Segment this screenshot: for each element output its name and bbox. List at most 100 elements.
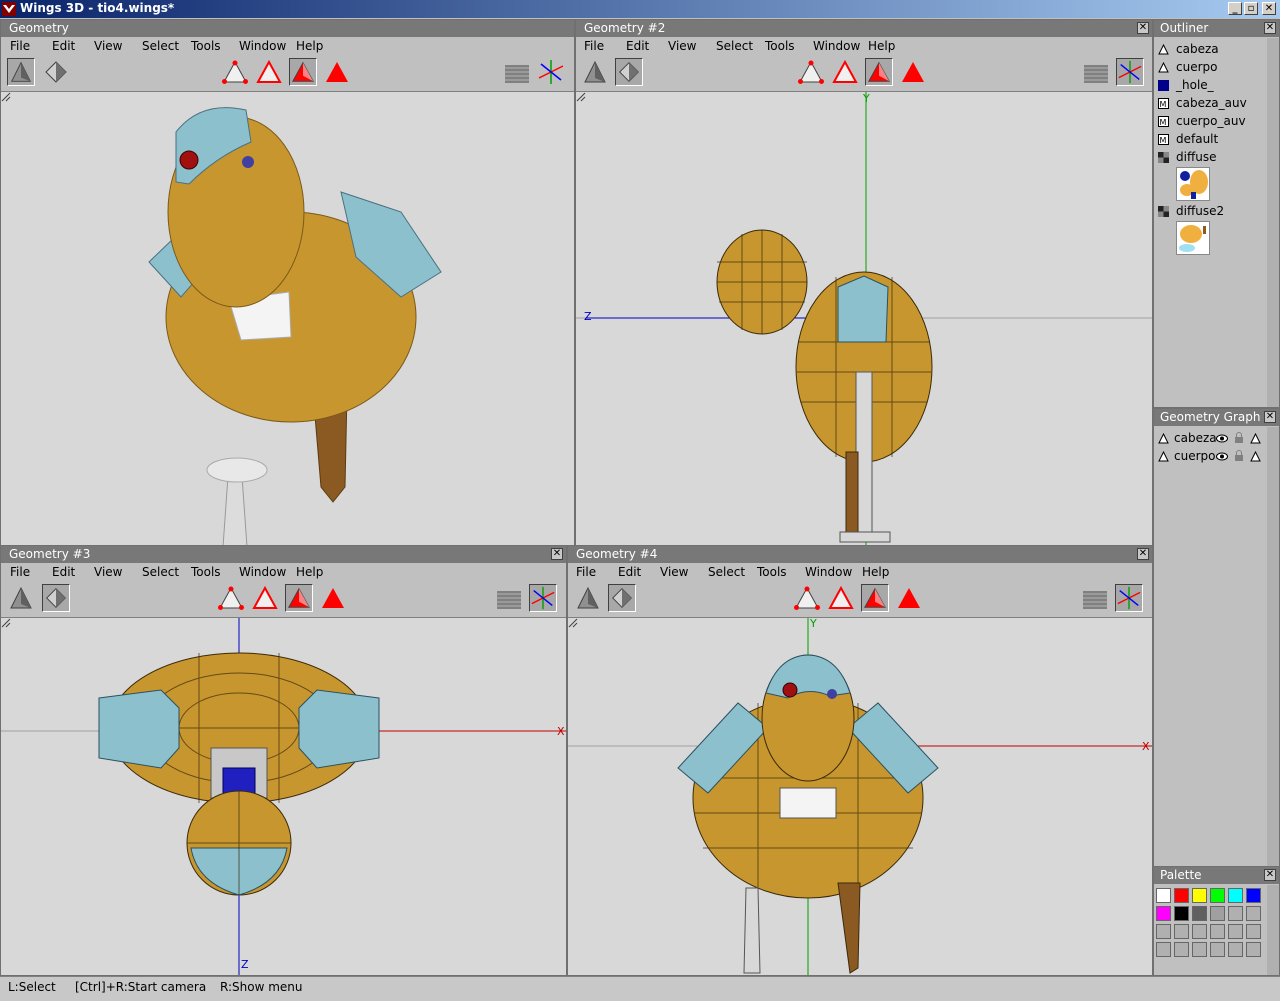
close-icon[interactable]: ✕ [1264, 869, 1276, 881]
palette-swatch[interactable] [1156, 924, 1171, 939]
graph-scrollbar[interactable] [1267, 427, 1279, 866]
menu-select[interactable]: Select [708, 565, 745, 579]
menu-tools[interactable]: Tools [765, 39, 795, 53]
menu-file[interactable]: File [576, 565, 596, 579]
menu-help[interactable]: Help [296, 39, 323, 53]
menu-file[interactable]: File [10, 39, 30, 53]
menu-help[interactable]: Help [868, 39, 895, 53]
body-select-icon[interactable] [899, 58, 927, 86]
palette-swatch[interactable] [1192, 906, 1207, 921]
palette-swatch[interactable] [1156, 942, 1171, 957]
menu-view[interactable]: View [94, 565, 122, 579]
graph-item[interactable]: cabeza [1154, 430, 1279, 448]
face-select-icon[interactable] [285, 584, 313, 612]
palette-swatch[interactable] [1174, 924, 1189, 939]
viewport-canvas[interactable]: X Z [1, 618, 566, 975]
wireframe-toggle-icon[interactable] [1250, 433, 1261, 444]
palette-swatch[interactable] [1174, 888, 1189, 903]
body-select-icon[interactable] [323, 58, 351, 86]
resize-grip-icon[interactable] [568, 618, 578, 628]
palette-scrollbar[interactable] [1267, 885, 1279, 975]
perspective-view-icon[interactable] [7, 584, 35, 612]
texture-thumbnail[interactable] [1176, 167, 1210, 201]
graph-item[interactable]: cuerpo [1154, 448, 1279, 466]
orthographic-view-icon[interactable] [615, 58, 643, 86]
menu-edit[interactable]: Edit [52, 39, 75, 53]
face-select-icon[interactable] [861, 584, 889, 612]
show-axes-icon[interactable] [1116, 58, 1144, 86]
close-icon[interactable]: ✕ [551, 548, 563, 560]
palette-swatch[interactable] [1228, 924, 1243, 939]
palette-swatch[interactable] [1228, 906, 1243, 921]
menu-select[interactable]: Select [716, 39, 753, 53]
menu-edit[interactable]: Edit [52, 565, 75, 579]
close-icon[interactable]: ✕ [1264, 22, 1276, 34]
ground-grid-icon[interactable] [1081, 584, 1109, 612]
menu-window[interactable]: Window [239, 565, 286, 579]
lock-icon[interactable] [1234, 450, 1244, 462]
show-axes-icon[interactable] [537, 58, 565, 86]
face-select-icon[interactable] [289, 58, 317, 86]
palette-swatch[interactable] [1246, 924, 1261, 939]
menu-view[interactable]: View [660, 565, 688, 579]
minimize-button[interactable]: _ [1228, 2, 1242, 15]
orthographic-view-icon[interactable] [608, 584, 636, 612]
outliner-scrollbar[interactable] [1267, 38, 1279, 407]
palette-swatch[interactable] [1192, 924, 1207, 939]
resize-grip-icon[interactable] [1, 618, 11, 628]
palette-swatch[interactable] [1228, 942, 1243, 957]
menu-select[interactable]: Select [142, 565, 179, 579]
edge-select-icon[interactable] [251, 584, 279, 612]
palette-swatch[interactable] [1210, 942, 1225, 957]
orthographic-view-icon[interactable] [42, 584, 70, 612]
maximize-button[interactable]: ▫ [1244, 2, 1258, 15]
menu-edit[interactable]: Edit [626, 39, 649, 53]
viewport-canvas[interactable]: Y Z [576, 92, 1152, 545]
ground-grid-icon[interactable] [1082, 58, 1110, 86]
ground-grid-icon[interactable] [495, 584, 523, 612]
palette-swatch[interactable] [1246, 942, 1261, 957]
menu-help[interactable]: Help [296, 565, 323, 579]
orthographic-view-icon[interactable] [42, 58, 70, 86]
resize-grip-icon[interactable] [1, 92, 11, 102]
menu-file[interactable]: File [10, 565, 30, 579]
palette-swatch[interactable] [1174, 942, 1189, 957]
vertex-select-icon[interactable] [217, 584, 245, 612]
menu-edit[interactable]: Edit [618, 565, 641, 579]
menu-window[interactable]: Window [239, 39, 286, 53]
palette-swatch[interactable] [1192, 942, 1207, 957]
body-select-icon[interactable] [895, 584, 923, 612]
edge-select-icon[interactable] [827, 584, 855, 612]
resize-grip-icon[interactable] [576, 92, 586, 102]
body-select-icon[interactable] [319, 584, 347, 612]
vertex-select-icon[interactable] [797, 58, 825, 86]
menu-window[interactable]: Window [813, 39, 860, 53]
palette-swatch[interactable] [1210, 888, 1225, 903]
palette-swatch[interactable] [1156, 888, 1171, 903]
edge-select-icon[interactable] [831, 58, 859, 86]
menu-view[interactable]: View [668, 39, 696, 53]
ground-grid-icon[interactable] [503, 58, 531, 86]
close-icon[interactable]: ✕ [1137, 22, 1149, 34]
menu-tools[interactable]: Tools [757, 565, 787, 579]
eye-icon[interactable] [1216, 433, 1228, 444]
lock-icon[interactable] [1234, 432, 1244, 444]
menu-tools[interactable]: Tools [191, 565, 221, 579]
menu-help[interactable]: Help [862, 565, 889, 579]
close-app-button[interactable]: ✕ [1262, 2, 1276, 15]
palette-swatch[interactable] [1192, 888, 1207, 903]
close-icon[interactable]: ✕ [1264, 411, 1276, 423]
vertex-select-icon[interactable] [793, 584, 821, 612]
palette-swatch[interactable] [1246, 906, 1261, 921]
menu-view[interactable]: View [94, 39, 122, 53]
eye-icon[interactable] [1216, 451, 1228, 462]
show-axes-icon[interactable] [529, 584, 557, 612]
texture-thumbnail[interactable] [1176, 221, 1210, 255]
edge-select-icon[interactable] [255, 58, 283, 86]
viewport-canvas[interactable]: Y X [568, 618, 1152, 975]
palette-swatch[interactable] [1174, 906, 1189, 921]
palette-swatch[interactable] [1210, 906, 1225, 921]
menu-file[interactable]: File [584, 39, 604, 53]
close-icon[interactable]: ✕ [1137, 548, 1149, 560]
palette-swatch[interactable] [1156, 906, 1171, 921]
